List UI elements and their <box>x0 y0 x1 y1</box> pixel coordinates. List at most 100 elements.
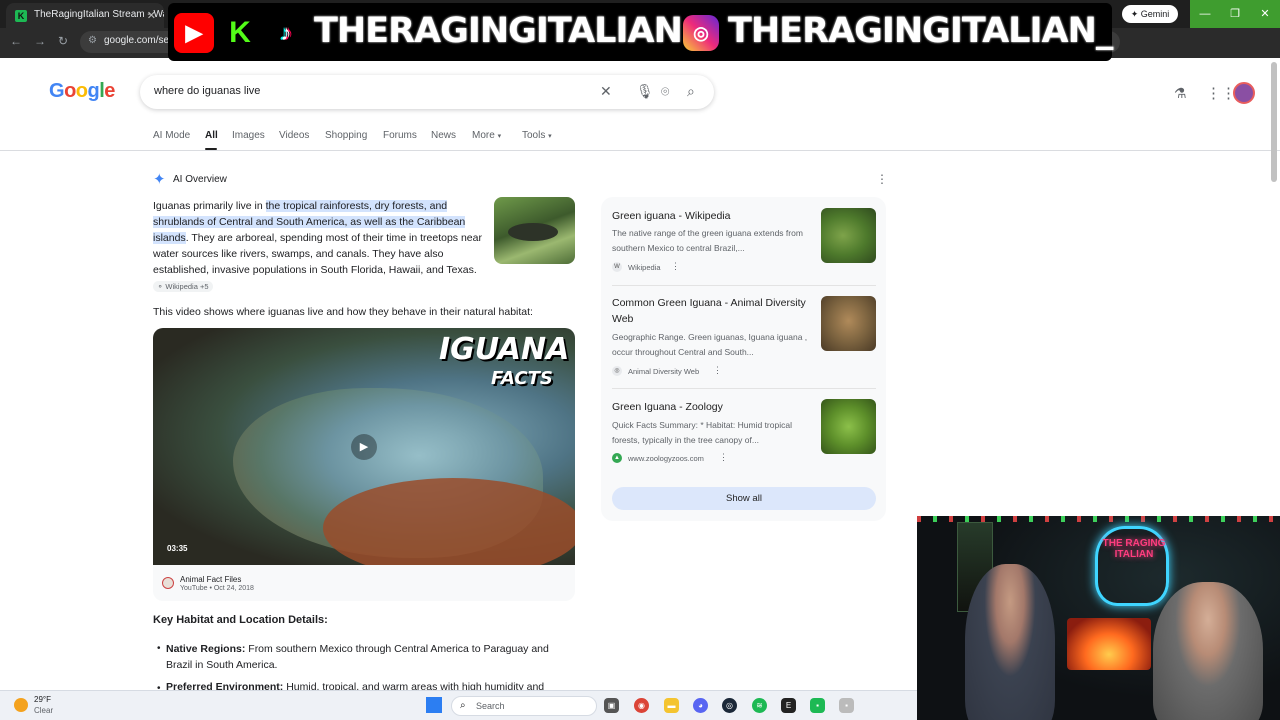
source-thumbnail[interactable] <box>821 296 876 351</box>
source-snippet: The native range of the green iguana ext… <box>612 228 803 253</box>
video-footer[interactable]: Animal Fact Files YouTube • Oct 24, 2018 <box>153 565 575 601</box>
source-snippet: Quick Facts Summary: * Habitat: Humid tr… <box>612 420 792 445</box>
instagram-icon: ◎ <box>683 15 719 51</box>
para-rest: . They are arboreal, spending most of th… <box>153 232 482 276</box>
source-site[interactable]: Animal Diversity Web <box>628 367 699 376</box>
search-icon[interactable]: ⌕ <box>687 83 695 100</box>
source-thumbnail[interactable] <box>821 208 876 263</box>
video-duration: 03:35 <box>167 544 188 553</box>
tab-ai-mode[interactable]: AI Mode <box>153 130 190 141</box>
source-menu-icon[interactable]: ⋮ <box>671 261 680 272</box>
close-window-icon[interactable]: ✕ <box>1250 0 1280 28</box>
tab-close-icon[interactable]: ✕ <box>147 9 156 22</box>
weather-temp: 29°F <box>34 695 51 704</box>
reload-icon[interactable]: ↻ <box>58 34 68 48</box>
taskbar: 29°F Clear ⌕ Search ▣ ◉ ▬ ◕ ◎ ≋ E ▪ ▪ <box>0 690 917 720</box>
avatar[interactable] <box>1233 82 1255 104</box>
more-options-icon[interactable]: ⋮ <box>876 172 888 186</box>
browser-tab-active[interactable]: K TheRagingItalian Stream - Wat ✕ <box>6 3 164 28</box>
file-explorer-icon[interactable]: ▬ <box>664 698 679 713</box>
forward-icon[interactable]: → <box>34 34 46 48</box>
source-title-zoology[interactable]: Green Iguana - Zoology <box>612 399 812 415</box>
streamer-person-right <box>1153 582 1263 720</box>
channel-avatar <box>162 577 174 589</box>
discord-icon[interactable]: ◕ <box>693 698 708 713</box>
tab-title: TheRagingItalian Stream - Wat <box>34 9 164 20</box>
ai-overview-label: AI Overview <box>173 174 227 185</box>
tab-news[interactable]: News <box>431 130 456 141</box>
zoology-favicon-icon: ▲ <box>612 453 622 463</box>
kick-icon: K <box>220 13 260 53</box>
taskbar-search[interactable]: ⌕ Search <box>451 696 597 716</box>
tab-videos[interactable]: Videos <box>279 130 309 141</box>
show-all-button[interactable]: Show all <box>612 487 876 510</box>
steam-icon[interactable]: ◎ <box>722 698 737 713</box>
source-menu-icon[interactable]: ⋮ <box>713 365 722 376</box>
clear-icon[interactable]: ✕ <box>600 83 612 100</box>
key-habitat-heading: Key Habitat and Location Details: <box>153 614 328 626</box>
source-title-wikipedia[interactable]: Green iguana - Wikipedia <box>612 208 812 224</box>
neon-sign-text: THE RAGING ITALIAN <box>1102 538 1166 560</box>
iguana-thumbnail[interactable] <box>494 197 575 264</box>
epic-games-icon[interactable]: E <box>781 698 796 713</box>
source-divider <box>612 388 876 389</box>
search-input[interactable]: where do iguanas live <box>154 85 260 97</box>
tab-shopping[interactable]: Shopping <box>325 130 367 141</box>
youtube-icon: ▶ <box>174 13 214 53</box>
bullet-dot: • <box>157 643 161 654</box>
tab-images[interactable]: Images <box>232 130 265 141</box>
tab-tools-label: Tools <box>522 130 546 141</box>
weather-sun-icon[interactable] <box>14 698 28 712</box>
microphone-icon[interactable]: 🎙 <box>636 83 654 100</box>
back-icon[interactable]: ← <box>10 34 22 48</box>
sources-panel: Green iguana - Wikipedia The native rang… <box>601 197 886 521</box>
source-snippet: Geographic Range. Green iguanas, Iguana … <box>612 332 808 357</box>
google-logo[interactable]: Google <box>49 80 115 103</box>
bullet-native-regions: Native Regions: From southern Mexico thr… <box>166 641 576 673</box>
ai-overview-paragraph: Iguanas primarily live in the tropical r… <box>153 198 483 295</box>
webcam-overlay: THE RAGING ITALIAN <box>917 516 1280 720</box>
gemini-button[interactable]: ✦ Gemini <box>1122 5 1178 23</box>
source-divider <box>612 285 876 286</box>
video-meta: YouTube • Oct 24, 2018 <box>180 585 254 592</box>
tab-all[interactable]: All <box>205 130 218 141</box>
source-thumbnail[interactable] <box>821 399 876 454</box>
streamer-person-left <box>965 564 1055 720</box>
overlay-handle-2: THERAGINGITALIAN_ <box>728 11 1113 51</box>
tab-forums[interactable]: Forums <box>383 130 417 141</box>
chevron-down-icon: ▾ <box>497 133 502 140</box>
minimize-icon[interactable]: — <box>1190 0 1220 28</box>
app-icon[interactable]: ▪ <box>810 698 825 713</box>
source-title-animal-diversity[interactable]: Common Green Iguana - Animal Diversity W… <box>612 295 812 327</box>
source-menu-icon[interactable]: ⋮ <box>719 452 728 463</box>
tab-tools[interactable]: Tools ▾ <box>522 130 552 141</box>
source-site[interactable]: www.zoologyzoos.com <box>628 454 704 463</box>
source-site[interactable]: Wikipedia <box>628 263 661 272</box>
site-info-icon[interactable]: ⚙ <box>88 35 97 46</box>
citation-chip[interactable]: ⚬ Wikipedia +5 <box>153 281 213 292</box>
header-divider <box>0 150 1280 151</box>
tiktok-icon: ♪ <box>266 13 306 53</box>
maximize-icon[interactable]: ❐ <box>1220 0 1250 28</box>
task-view-icon[interactable]: ▣ <box>604 698 619 713</box>
bullet-label: Native Regions: <box>166 643 246 655</box>
search-icon: ⌕ <box>460 700 466 711</box>
camera-lens-icon[interactable]: ⌾ <box>661 83 669 100</box>
video-player[interactable]: IGUANA FACTS ▶ 03:35 <box>153 328 575 565</box>
spotify-icon[interactable]: ≋ <box>752 698 767 713</box>
scrollbar[interactable] <box>1271 62 1277 182</box>
chevron-down-icon: ▾ <box>548 133 552 140</box>
app-icon-2[interactable]: ▪ <box>839 698 854 713</box>
play-icon[interactable]: ▶ <box>351 434 377 460</box>
globe-icon: ◎ <box>612 366 622 376</box>
kick-favicon-icon: K <box>15 10 27 22</box>
search-box[interactable]: where do iguanas live ✕ 🎙 ⌾ ⌕ <box>140 75 714 109</box>
gemini-label: Gemini <box>1140 9 1170 19</box>
chrome-icon[interactable]: ◉ <box>634 698 649 713</box>
stream-overlay-banner: ▶ K ♪ THERAGINGITALIAN ◎ THERAGINGITALIA… <box>168 3 1113 61</box>
wikipedia-favicon-icon: W <box>612 262 622 272</box>
tab-more[interactable]: More ▾ <box>472 130 501 141</box>
labs-flask-icon[interactable]: ⚗ <box>1174 85 1187 102</box>
windows-start-icon[interactable] <box>426 697 442 713</box>
apps-grid-icon[interactable]: ⋮⋮ <box>1206 84 1236 102</box>
